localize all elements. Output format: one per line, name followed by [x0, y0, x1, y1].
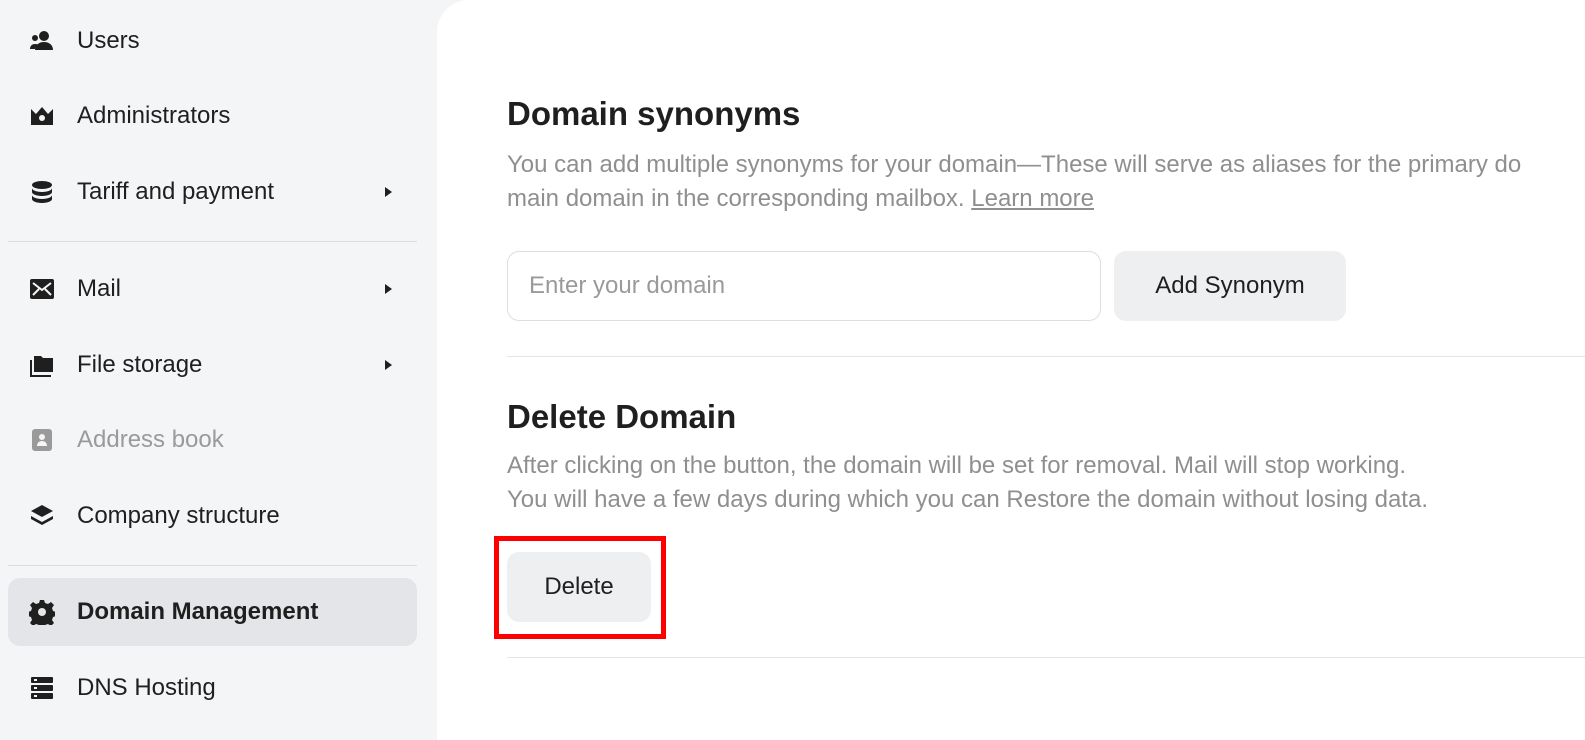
- sidebar-item-label: File storage: [77, 351, 203, 378]
- caret-right-icon: [381, 282, 395, 296]
- database-coins-icon: [28, 178, 56, 206]
- sidebar-item-domain-management[interactable]: Domain Management: [8, 578, 417, 646]
- mail-icon: [28, 275, 56, 303]
- layers-icon: [28, 502, 56, 530]
- caret-right-icon: [381, 185, 395, 199]
- delete-description: After clicking on the button, the domain…: [507, 452, 1407, 479]
- sidebar-item-label: Company structure: [77, 502, 280, 529]
- sidebar-item-label: Users: [77, 27, 140, 54]
- main-panel: Domain synonyms You can add multiple syn…: [437, 0, 1585, 740]
- sidebar-item-dns-hosting[interactable]: DNS Hosting: [8, 654, 417, 722]
- folders-icon: [28, 351, 56, 379]
- delete-button[interactable]: Delete: [507, 552, 651, 622]
- gear-icon: [28, 598, 56, 626]
- section-divider: [507, 657, 1585, 658]
- sidebar-item-administrators[interactable]: Administrators: [8, 82, 417, 150]
- learn-more-link[interactable]: Learn more: [971, 185, 1094, 212]
- crown-icon: [28, 102, 56, 130]
- sidebar-item-file-storage[interactable]: File storage: [8, 331, 417, 399]
- caret-right-icon: [381, 358, 395, 372]
- sidebar-item-label: Domain Management: [77, 598, 319, 625]
- add-synonym-button[interactable]: Add Synonym: [1114, 251, 1346, 321]
- sidebar: Users Administrators Tariff and payment …: [0, 0, 437, 740]
- description-line: main domain in the corresponding mailbox…: [507, 185, 965, 212]
- sidebar-item-label: DNS Hosting: [77, 674, 216, 701]
- description-line: You can add multiple synonyms for your d…: [507, 151, 1522, 178]
- sidebar-item-address-book[interactable]: Address book: [8, 406, 417, 474]
- sidebar-item-users[interactable]: Users: [8, 7, 417, 75]
- synonyms-description: main domain in the corresponding mailbox…: [507, 182, 1094, 216]
- sidebar-divider: [8, 241, 417, 242]
- section-title: Domain synonyms: [507, 95, 801, 132]
- sidebar-item-company-structure[interactable]: Company structure: [8, 482, 417, 550]
- section-divider: [507, 356, 1585, 357]
- sidebar-item-label: Address book: [77, 426, 224, 453]
- sidebar-item-tariff-and-payment[interactable]: Tariff and payment: [8, 158, 417, 226]
- sidebar-item-label: Tariff and payment: [77, 178, 275, 205]
- sidebar-item-mail[interactable]: Mail: [8, 255, 417, 323]
- users-icon: [28, 27, 56, 55]
- domain-input[interactable]: [507, 251, 1101, 321]
- sidebar-item-label: Administrators: [77, 102, 231, 129]
- section-title: Delete Domain: [507, 398, 737, 435]
- sidebar-item-label: Mail: [77, 275, 122, 302]
- sidebar-divider: [8, 565, 417, 566]
- app-root: Users Administrators Tariff and payment …: [0, 0, 1585, 740]
- delete-description: You will have a few days during which yo…: [507, 486, 1428, 513]
- server-icon: [28, 674, 56, 702]
- synonyms-description: You can add multiple synonyms for your d…: [507, 148, 1521, 182]
- address-book-icon: [28, 426, 56, 454]
